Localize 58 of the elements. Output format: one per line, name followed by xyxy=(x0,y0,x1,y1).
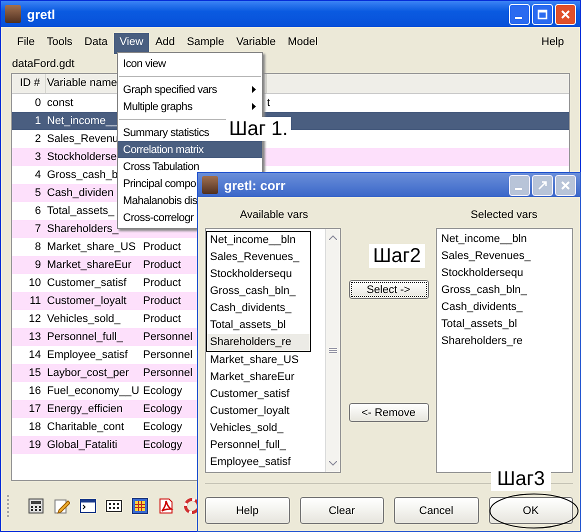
table-cell: Personnel xyxy=(143,331,193,343)
table-cell-text: 5 xyxy=(34,187,42,199)
window-title: gretl xyxy=(27,6,56,22)
table-cell-text: 16 xyxy=(28,385,42,397)
annotation-label: Шаг2 xyxy=(369,244,425,268)
annotation-label: Шаг 1. xyxy=(226,117,291,141)
table-cell: Ecology xyxy=(143,421,182,433)
table-cell-text: Cash_dividen xyxy=(46,187,115,199)
table-cell-text: 19 xyxy=(28,439,42,451)
table-cell-text: 15 xyxy=(28,367,42,379)
table-cell-text: Market_share_US xyxy=(46,241,137,253)
table-cell: Product xyxy=(143,241,181,253)
table-cell-text: Personnel_full_ xyxy=(46,331,124,343)
table-cell-text: Market_shareEur xyxy=(46,259,132,271)
table-cell-text: 11 xyxy=(28,295,42,307)
table-cell: Personnel xyxy=(143,367,193,379)
window-title: gretl: corr xyxy=(224,178,286,192)
table-cell-text: 12 xyxy=(28,313,42,325)
table-cell-text: 10 xyxy=(28,277,42,289)
table-cell-text: 7 xyxy=(34,223,42,235)
table-cell-text: Total_assets_ xyxy=(46,205,116,217)
table-cell: t xyxy=(267,97,270,109)
table-cell-text: 0 xyxy=(34,97,42,109)
table-cell-text: Energy_efficien xyxy=(46,403,124,415)
table-cell: Product xyxy=(143,313,181,325)
table-cell-text: Net_income__ xyxy=(46,115,119,127)
table-cell-text: Gross_cash_b xyxy=(46,169,119,181)
table-cell: Product xyxy=(143,259,181,271)
table-cell-text: 14 xyxy=(28,349,42,361)
table-cell: Product xyxy=(143,277,181,289)
table-cell-text: 4 xyxy=(34,169,42,181)
file-name: dataFord.gdt xyxy=(12,57,74,72)
table-cell: Product xyxy=(143,295,181,307)
table-cell-text: Laybor_cost_per xyxy=(46,367,130,379)
table-cell: Ecology xyxy=(143,385,182,397)
table-cell-text: Charitable_cont xyxy=(46,421,126,433)
list-label: Selected vars xyxy=(470,208,538,220)
table-cell-text: 17 xyxy=(28,403,42,415)
table-cell-text: Fuel_economy__U xyxy=(46,385,140,397)
table-cell-text: Customer_loyalt xyxy=(46,295,128,307)
table-cell: Ecology xyxy=(143,403,182,415)
table-cell-text: Shareholders_ xyxy=(46,223,120,235)
table-cell-text: Stockholderse xyxy=(46,151,118,163)
table-cell-text: 2 xyxy=(34,133,42,145)
table-cell-text: Customer_satisf xyxy=(46,277,128,289)
table-cell-text: 18 xyxy=(28,421,42,433)
list-label: Available vars xyxy=(238,208,310,220)
table-cell: Ecology xyxy=(143,439,182,451)
table-cell-text: Global_Fataliti xyxy=(46,439,118,451)
table-cell: Personnel xyxy=(143,349,193,361)
table-cell-text: 3 xyxy=(34,151,42,163)
table-cell-text: Vehicles_sold_ xyxy=(46,313,122,325)
table-cell-text: 13 xyxy=(28,331,42,343)
table-cell-text: 9 xyxy=(34,259,42,271)
table-cell-text: 8 xyxy=(34,241,42,253)
table-cell-text: 6 xyxy=(34,205,42,217)
table-cell-text: 1 xyxy=(34,115,42,127)
table-cell-text: Employee_satisf xyxy=(46,349,129,361)
